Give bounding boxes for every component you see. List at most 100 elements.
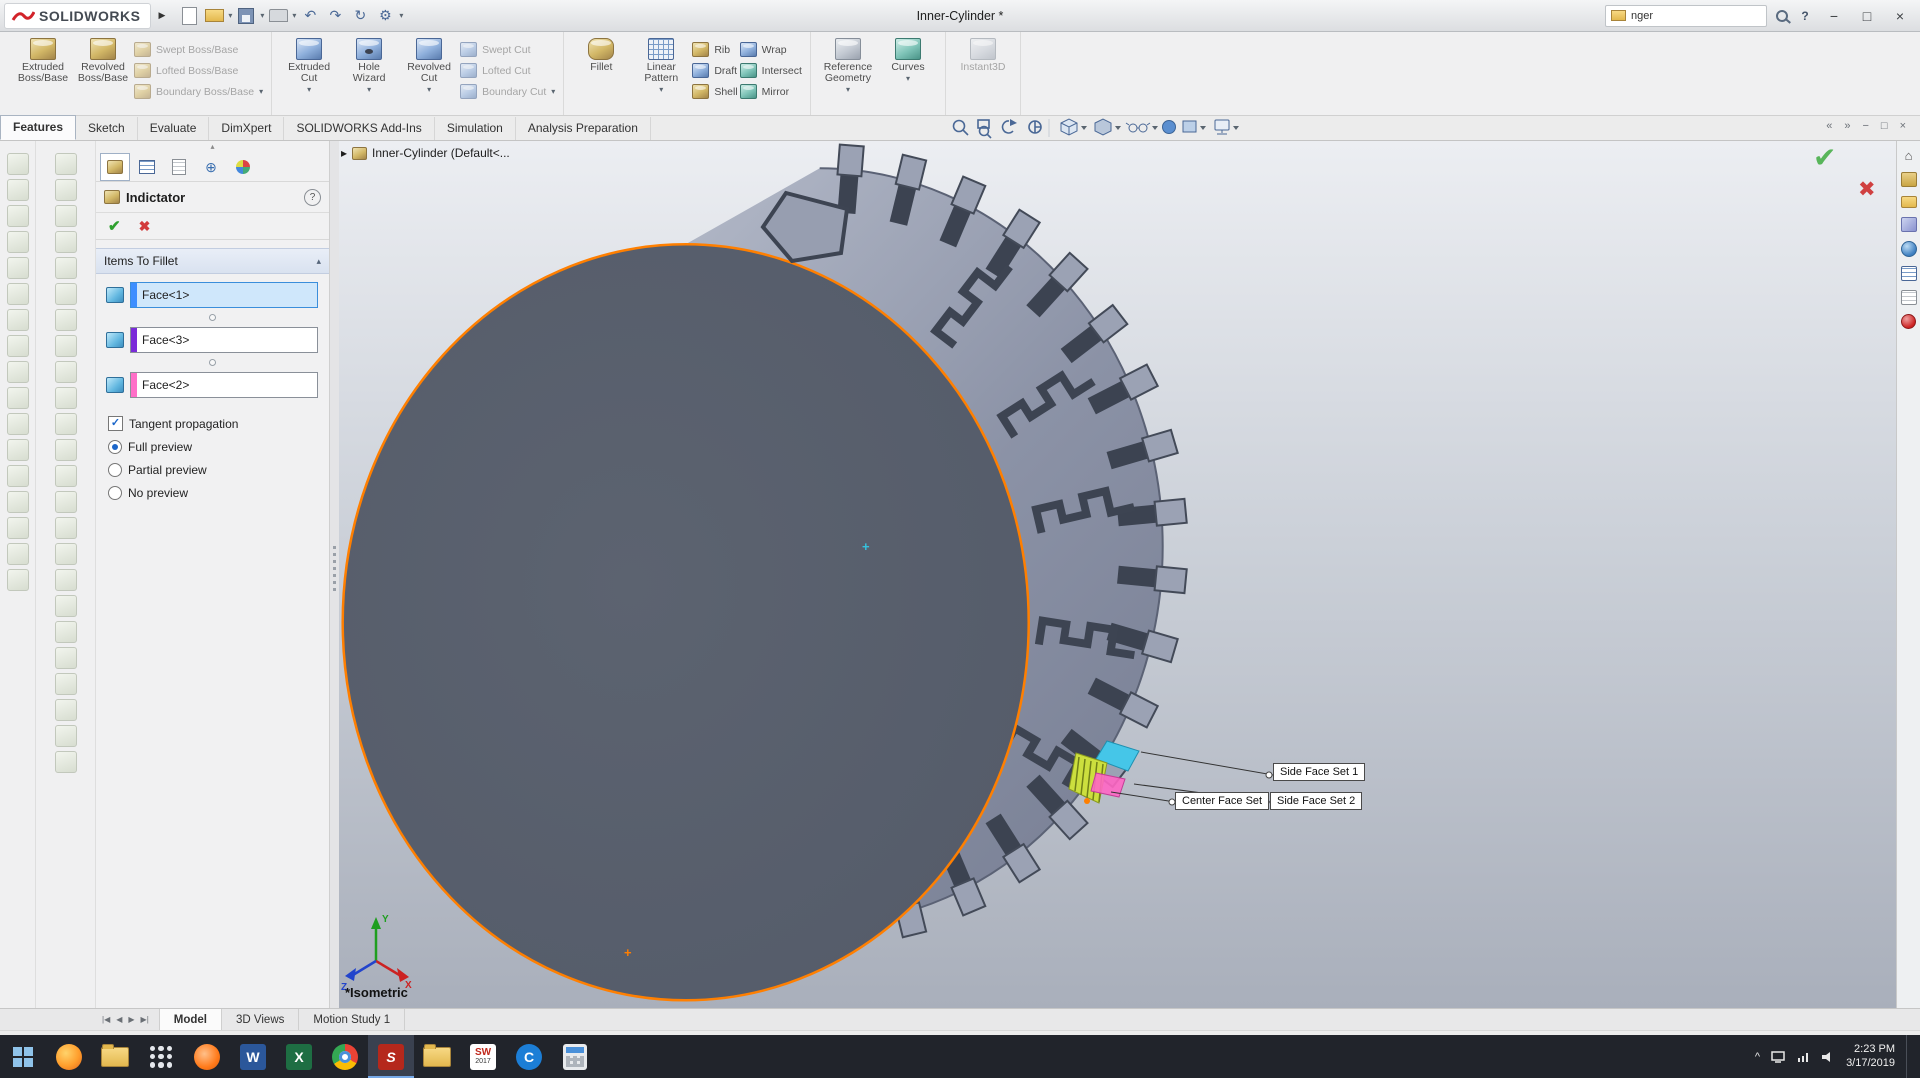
tool-icon[interactable]	[54, 699, 77, 721]
dropdown-arrow-icon[interactable]: ▾	[259, 87, 263, 96]
tool-icon[interactable]	[54, 569, 77, 591]
confirm-ok-icon[interactable]: ✔	[1813, 141, 1836, 174]
swept-boss-base-button[interactable]: Swept Boss/Base	[134, 39, 263, 60]
face-selection-row[interactable]: Face<3>	[106, 327, 319, 353]
show-hidden-icons-icon[interactable]: ^	[1755, 1051, 1760, 1063]
cancel-button[interactable]: ✖	[139, 218, 151, 235]
forum-icon[interactable]	[1901, 314, 1916, 329]
help-icon[interactable]: ?	[304, 188, 321, 206]
model-canvas[interactable]: Y X Z	[339, 141, 1896, 1008]
lofted-boss-base-button[interactable]: Lofted Boss/Base	[134, 60, 263, 81]
confirm-cancel-icon[interactable]: ✖	[1858, 177, 1876, 202]
dropdown-arrow-icon[interactable]: ▾	[260, 11, 264, 20]
feature-tree-overlay[interactable]: ▸ Inner-Cylinder (Default<...	[341, 146, 510, 160]
search-input[interactable]: nger	[1605, 4, 1767, 27]
tool-icon[interactable]	[54, 725, 77, 747]
tool-icon[interactable]	[6, 309, 29, 331]
home-icon[interactable]: ⌂	[1905, 149, 1913, 163]
tool-icon[interactable]	[54, 543, 77, 565]
tool-icon[interactable]	[54, 751, 77, 773]
expand-arrow-icon[interactable]: ▸	[341, 146, 347, 160]
minimize-button[interactable]: −	[1822, 8, 1846, 24]
tool-icon[interactable]	[54, 153, 77, 175]
view-palette-icon[interactable]	[1900, 217, 1917, 232]
tool-icon[interactable]	[54, 231, 77, 253]
revolved-boss-base-button[interactable]: Revolved Boss/Base	[74, 35, 132, 84]
network-icon[interactable]	[1796, 1051, 1810, 1063]
tool-icon[interactable]	[6, 283, 29, 305]
face-selection-box[interactable]: Face<2>	[130, 372, 318, 398]
partial-preview-option[interactable]: Partial preview	[108, 463, 329, 477]
search-icon[interactable]	[1776, 9, 1788, 22]
taskbar-firefox[interactable]	[46, 1035, 92, 1078]
tangent-propagation-option[interactable]: ✓ Tangent propagation	[108, 416, 329, 431]
dropdown-arrow-icon[interactable]: ▾	[292, 11, 296, 20]
lofted-cut-button[interactable]: Lofted Cut	[460, 60, 555, 81]
tool-icon[interactable]	[6, 439, 29, 461]
no-preview-radio[interactable]	[108, 486, 122, 500]
model-3d[interactable]	[341, 143, 1188, 1002]
dropdown-arrow-icon[interactable]: ▾	[846, 85, 850, 94]
tab-analysis-preparation[interactable]: Analysis Preparation	[516, 117, 651, 140]
resize-handle[interactable]	[209, 359, 216, 366]
taskbar-file-explorer[interactable]	[92, 1035, 138, 1078]
tool-icon[interactable]	[54, 595, 77, 617]
face-selection-row[interactable]: Face<1>	[106, 282, 319, 308]
fillet-button[interactable]: Fillet	[572, 35, 630, 73]
rib-button[interactable]: Rib	[692, 39, 737, 60]
pc-status-icon[interactable]	[1771, 1050, 1785, 1063]
tool-icon[interactable]	[6, 491, 29, 513]
panel-collapse-icon[interactable]: ▴	[96, 141, 329, 153]
taskbar-folder[interactable]	[414, 1035, 460, 1078]
save-icon[interactable]	[235, 5, 257, 27]
linear-pattern-button[interactable]: Linear Pattern ▾	[632, 35, 690, 94]
tool-icon[interactable]	[54, 439, 77, 461]
resize-handle[interactable]	[209, 314, 216, 321]
doc-restore-icon[interactable]: □	[1881, 120, 1888, 132]
undo-icon[interactable]: ↶	[299, 5, 321, 27]
collapse-section-icon[interactable]: ▴	[316, 256, 321, 267]
tool-icon[interactable]	[54, 465, 77, 487]
tool-icon[interactable]	[6, 413, 29, 435]
dropdown-arrow-icon[interactable]: ▾	[399, 11, 403, 20]
dropdown-arrow-icon[interactable]: ▾	[367, 85, 371, 94]
tool-icon[interactable]	[54, 309, 77, 331]
tool-icon[interactable]	[54, 647, 77, 669]
dropdown-arrow-icon[interactable]: ▾	[659, 85, 663, 94]
tab-solidworks-add-ins[interactable]: SOLIDWORKS Add-Ins	[284, 117, 435, 140]
callout-side-face-set-2[interactable]: Side Face Set 2	[1270, 792, 1363, 810]
open-icon[interactable]	[203, 5, 225, 27]
tab-displaymanager[interactable]	[228, 153, 258, 181]
restore-button[interactable]: □	[1855, 8, 1879, 24]
wrap-button[interactable]: Wrap	[739, 39, 802, 60]
instant3d-button[interactable]: Instant3D	[954, 35, 1012, 73]
revolved-cut-button[interactable]: Revolved Cut ▾	[400, 35, 458, 94]
tab-dimxpert[interactable]: DimXpert	[209, 117, 285, 140]
extruded-boss-base-button[interactable]: Extruded Boss/Base	[14, 35, 72, 84]
intersect-button[interactable]: Intersect	[739, 60, 802, 81]
callout-center-face-set[interactable]: Center Face Set	[1175, 792, 1270, 810]
face-selection-row[interactable]: Face<2>	[106, 372, 319, 398]
full-preview-option[interactable]: Full preview	[108, 440, 329, 454]
full-preview-radio[interactable]	[108, 440, 122, 454]
last-tab-icon[interactable]: ▶|	[141, 1015, 149, 1024]
file-explorer-icon[interactable]	[1900, 196, 1917, 208]
taskbar-word[interactable]: W	[230, 1035, 276, 1078]
options-gear-icon[interactable]: ⚙	[374, 5, 396, 27]
taskbar-browser[interactable]	[184, 1035, 230, 1078]
tool-icon[interactable]	[54, 205, 77, 227]
tool-icon[interactable]	[6, 517, 29, 539]
ok-button[interactable]: ✔	[108, 217, 121, 235]
dock-right-icon[interactable]: »	[1844, 120, 1850, 132]
tool-icon[interactable]	[6, 465, 29, 487]
prev-tab-icon[interactable]: ◀	[116, 1015, 122, 1024]
tool-icon[interactable]	[54, 517, 77, 539]
doc-close-icon[interactable]: ×	[1900, 120, 1906, 132]
items-to-fillet-section-header[interactable]: Items To Fillet ▴	[96, 248, 329, 274]
tab-configurationmanager[interactable]	[164, 153, 194, 181]
tab-model[interactable]: Model	[159, 1009, 223, 1030]
part-tree-label[interactable]: Inner-Cylinder (Default<...	[372, 146, 510, 160]
scenes-icon[interactable]	[1900, 266, 1917, 281]
tool-icon[interactable]	[54, 673, 77, 695]
tab-3d-views[interactable]: 3D Views	[222, 1009, 300, 1030]
